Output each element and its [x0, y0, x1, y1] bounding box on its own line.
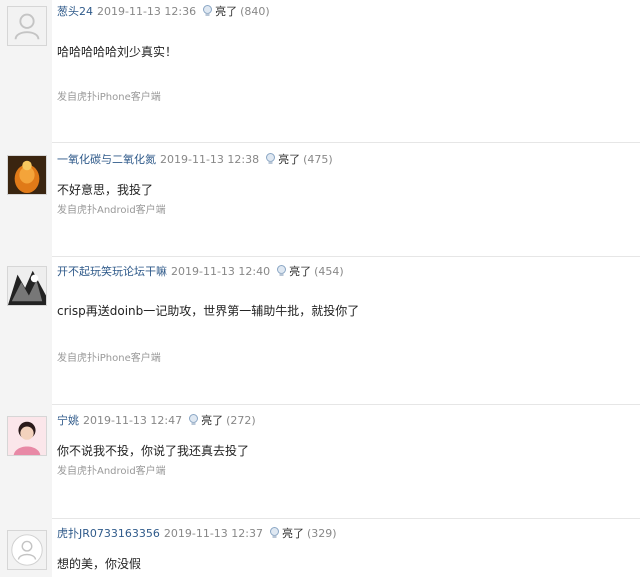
comment-content: 不好意思，我投了	[57, 183, 154, 197]
comment-meta: 葱头24 2019-11-13 12:36 亮了 (840)	[57, 5, 270, 19]
default-avatar-icon	[8, 7, 46, 45]
light-count: (840)	[240, 5, 270, 18]
username-link[interactable]: 开不起玩笑玩论坛干嘛	[57, 265, 167, 278]
comment-meta: 宁姚 2019-11-13 12:47 亮了 (272)	[57, 414, 256, 428]
divider	[52, 142, 640, 143]
comment-content: 哈哈哈哈哈刘少真实！	[57, 45, 178, 59]
light-button-label[interactable]: 亮了	[289, 265, 311, 278]
default-round-avatar-icon	[8, 531, 46, 569]
divider	[52, 404, 640, 405]
user-avatar[interactable]	[7, 530, 47, 570]
comment-list: 葱头24 2019-11-13 12:36 亮了 (840) 哈哈哈哈哈刘少真实！ 发…	[0, 0, 640, 577]
divider	[52, 256, 640, 257]
post-time: 2019-11-13 12:40	[171, 265, 271, 278]
user-avatar[interactable]	[7, 266, 47, 306]
light-button-label[interactable]: 亮了	[282, 527, 304, 540]
username-link[interactable]: 虎扑JR0733163356	[57, 527, 160, 540]
post-time: 2019-11-13 12:37	[163, 527, 263, 540]
comment-content: 你不说我不投，你说了我还真去投了	[57, 444, 250, 458]
comment-item: 一氧化碳与二氧化氮 2019-11-13 12:38 亮了 (475) 不好意思，我投…	[0, 142, 640, 254]
lightbulb-icon[interactable]	[265, 153, 276, 165]
photo-avatar-icon	[8, 417, 46, 455]
divider	[52, 518, 640, 519]
light-count: (329)	[307, 527, 337, 540]
post-source: 发自虎扑Android客户端	[57, 205, 166, 216]
photo-avatar-icon	[8, 267, 46, 305]
user-avatar[interactable]	[7, 6, 47, 46]
light-button-label[interactable]: 亮了	[215, 5, 237, 18]
photo-avatar-icon	[8, 156, 46, 194]
comment-content: 想的美，你没假	[57, 557, 142, 571]
post-source: 发自虎扑Android客户端	[57, 466, 166, 477]
post-source: 发自虎扑iPhone客户端	[57, 353, 161, 364]
comment-item: 宁姚 2019-11-13 12:47 亮了 (272) 你不说我不投，你说了我还真去…	[0, 404, 640, 516]
comment-meta: 虎扑JR0733163356 2019-11-13 12:37 亮了 (329)	[57, 527, 337, 541]
username-link[interactable]: 宁姚	[57, 414, 79, 427]
light-count: (454)	[314, 265, 344, 278]
lightbulb-icon[interactable]	[202, 5, 213, 17]
post-time: 2019-11-13 12:36	[97, 5, 197, 18]
lightbulb-icon[interactable]	[188, 414, 199, 426]
comment-item: 虎扑JR0733163356 2019-11-13 12:37 亮了 (329) 想的…	[0, 518, 640, 577]
lightbulb-icon[interactable]	[269, 527, 280, 539]
comment-item: 开不起玩笑玩论坛干嘛 2019-11-13 12:40 亮了 (454) crisp再…	[0, 256, 640, 402]
light-button-label[interactable]: 亮了	[201, 414, 223, 427]
comment-content: crisp再送doinb一记助攻，世界第一辅助牛批，就投你了	[57, 304, 360, 318]
comment-item: 葱头24 2019-11-13 12:36 亮了 (840) 哈哈哈哈哈刘少真实！ 发…	[0, 0, 640, 140]
light-count: (272)	[226, 414, 256, 427]
post-time: 2019-11-13 12:47	[83, 414, 183, 427]
lightbulb-icon[interactable]	[276, 265, 287, 277]
comment-meta: 一氧化碳与二氧化氮 2019-11-13 12:38 亮了 (475)	[57, 153, 333, 167]
username-link[interactable]: 一氧化碳与二氧化氮	[57, 153, 156, 166]
post-time: 2019-11-13 12:38	[160, 153, 260, 166]
post-source: 发自虎扑iPhone客户端	[57, 92, 161, 103]
username-link[interactable]: 葱头24	[57, 5, 93, 18]
user-avatar[interactable]	[7, 155, 47, 195]
light-button-label[interactable]: 亮了	[278, 153, 300, 166]
user-avatar[interactable]	[7, 416, 47, 456]
comment-meta: 开不起玩笑玩论坛干嘛 2019-11-13 12:40 亮了 (454)	[57, 265, 344, 279]
light-count: (475)	[303, 153, 333, 166]
